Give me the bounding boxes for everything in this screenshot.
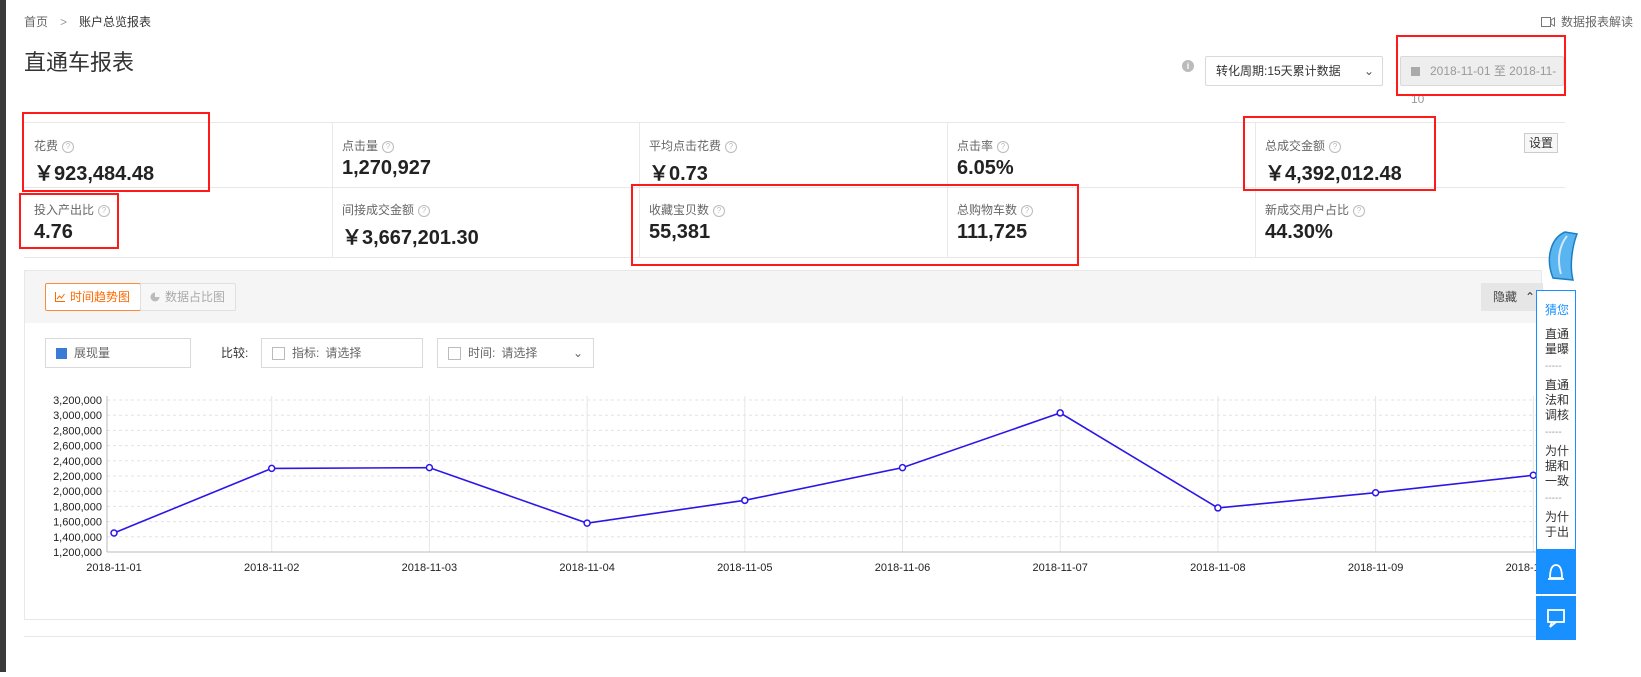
help-icon[interactable]: ? <box>725 140 738 153</box>
y-tick-label: 2,200,000 <box>53 471 102 483</box>
chart-panel: 时间趋势图 数据占比图 隐藏 ⌃ 展现量 比较: 指标: 请选择 时间: 请选择 ⌄… <box>24 270 1543 620</box>
highlight-box-cost <box>22 112 210 192</box>
metric-clicks[interactable]: 点击量? 1,270,927 <box>332 123 639 187</box>
highlight-box-total-gmv <box>1243 116 1436 191</box>
page-title: 直通车报表 <box>24 50 135 75</box>
report-guide-link[interactable]: 数据报表解读 <box>1540 13 1633 30</box>
conversion-period-value: 转化周期:15天累计数据 <box>1216 64 1341 78</box>
faq-item-line: 调核 <box>1545 408 1570 422</box>
highlight-box-date-range <box>1396 35 1566 96</box>
x-tick-label: 2018-11-08 <box>1190 562 1245 574</box>
y-tick-label: 3,200,000 <box>53 395 102 407</box>
faq-panel-title: 猜您 <box>1545 303 1570 317</box>
x-tick-label: 2018-11-09 <box>1348 562 1403 574</box>
data-point <box>267 464 276 473</box>
metric-indirect-gmv[interactable]: 间接成交金额? ￥3,667,201.30 <box>332 187 639 251</box>
conversion-period-select[interactable]: 转化周期:15天累计数据 ⌄ <box>1205 56 1383 86</box>
data-point <box>898 463 907 472</box>
metric-value: 6.05% <box>957 157 1014 179</box>
faq-divider: ----- <box>1545 493 1562 504</box>
faq-item-line: 直通 <box>1545 327 1570 341</box>
faq-item-line: 为什 <box>1545 444 1570 458</box>
help-icon[interactable]: ? <box>382 140 395 153</box>
faq-item-line: 于出 <box>1545 525 1570 539</box>
bell-icon <box>1548 564 1564 580</box>
metric-new-buyer-ratio[interactable]: 新成交用户占比? 44.30% <box>1255 187 1565 251</box>
help-icon[interactable]: ? <box>997 140 1010 153</box>
metric-label: 点击率 <box>957 139 994 153</box>
chevron-down-icon: ⌄ <box>1363 64 1374 78</box>
data-point <box>110 529 118 537</box>
metric-value: ￥0.73 <box>649 163 708 185</box>
y-tick-label: 2,600,000 <box>53 441 102 453</box>
report-guide-label: 数据报表解读 <box>1560 15 1633 29</box>
metric-label: 点击量 <box>342 139 379 153</box>
y-tick-label: 2,800,000 <box>53 425 102 437</box>
mascot-icon <box>1548 231 1579 281</box>
faq-item-line: 量曝 <box>1545 342 1570 356</box>
faq-divider: ----- <box>1545 427 1562 438</box>
breadcrumb: 首页 > 账户总览报表 <box>24 13 151 30</box>
data-point <box>741 496 749 505</box>
data-point <box>1056 409 1064 417</box>
metric-avg-cpc[interactable]: 平均点击花费? ￥0.73 <box>639 123 947 187</box>
data-point <box>583 519 591 527</box>
breadcrumb-home[interactable]: 首页 <box>24 13 48 30</box>
y-tick-label: 3,000,000 <box>53 410 102 422</box>
data-point <box>425 463 434 472</box>
metrics-settings-button[interactable]: 设置 <box>1524 133 1558 153</box>
metric-value: 44.30% <box>1265 221 1333 243</box>
breadcrumb-current: 账户总览报表 <box>79 15 152 29</box>
faq-item-line: 直通 <box>1545 378 1570 392</box>
faq-item[interactable]: 为什 于出 <box>1545 510 1569 540</box>
series-line <box>113 412 1534 534</box>
metric-label: 间接成交金额 <box>342 203 415 217</box>
data-point <box>1214 504 1222 512</box>
y-tick-label: 1,600,000 <box>53 517 102 529</box>
faq-item-line: 为什 <box>1545 510 1570 524</box>
highlight-box-roi <box>19 193 119 249</box>
faq-divider: ----- <box>1545 361 1562 372</box>
metric-label: 新成交用户占比 <box>1265 203 1350 217</box>
help-icon[interactable]: ? <box>418 204 431 217</box>
window-left-edge <box>0 0 6 672</box>
chat-button[interactable] <box>1536 596 1576 640</box>
y-tick-label: 2,000,000 <box>53 486 102 498</box>
x-tick-label: 2018-11-01 <box>86 562 141 574</box>
faq-item[interactable]: 为什 据和 一致 <box>1545 444 1569 489</box>
y-tick-label: 2,400,000 <box>53 456 102 468</box>
notification-button[interactable] <box>1536 550 1576 594</box>
x-tick-label: 2018-11-05 <box>717 562 772 574</box>
metric-ctr[interactable]: 点击率? 6.05% <box>947 123 1255 187</box>
lower-section-edge <box>24 636 1542 677</box>
trend-line-chart: 1,200,000 1,400,000 1,600,000 1,800,000 2,00… <box>53 395 1541 574</box>
metric-value: ￥3,667,201.30 <box>342 227 479 249</box>
data-point <box>1371 488 1380 497</box>
chat-icon <box>1547 609 1565 628</box>
faq-item[interactable]: 直通 法和 调核 <box>1545 378 1569 423</box>
x-tick-label: 2018-11-04 <box>559 562 614 574</box>
video-icon <box>1540 16 1555 27</box>
help-icon[interactable]: ? <box>1353 204 1366 217</box>
faq-item-line: 据和 <box>1545 459 1570 473</box>
metric-value: 1,270,927 <box>342 157 431 179</box>
faq-suggestion-panel[interactable]: 猜您 直通 量曝 ----- 直通 法和 调核 ----- 为什 据和 一致 ----- … <box>1536 290 1576 550</box>
y-tick-label: 1,800,000 <box>53 501 102 513</box>
y-tick-label: 1,400,000 <box>53 532 102 544</box>
x-tick-label: 2018-11-02 <box>244 562 299 574</box>
chevron-right-icon: > <box>60 14 68 29</box>
faq-item-line: 一致 <box>1545 474 1570 488</box>
faq-item-line: 法和 <box>1545 393 1570 407</box>
metric-label: 平均点击花费 <box>649 139 722 153</box>
x-tick-label: 2018-11-03 <box>402 562 457 574</box>
faq-item[interactable]: 直通 量曝 <box>1545 327 1569 357</box>
highlight-box-favorites-cart <box>631 184 1079 266</box>
y-tick-label: 1,200,000 <box>53 547 102 559</box>
x-tick-label: 2018-11-06 <box>875 562 930 574</box>
info-icon[interactable]: i <box>1182 60 1194 72</box>
x-tick-label: 2018-11-07 <box>1032 562 1087 574</box>
